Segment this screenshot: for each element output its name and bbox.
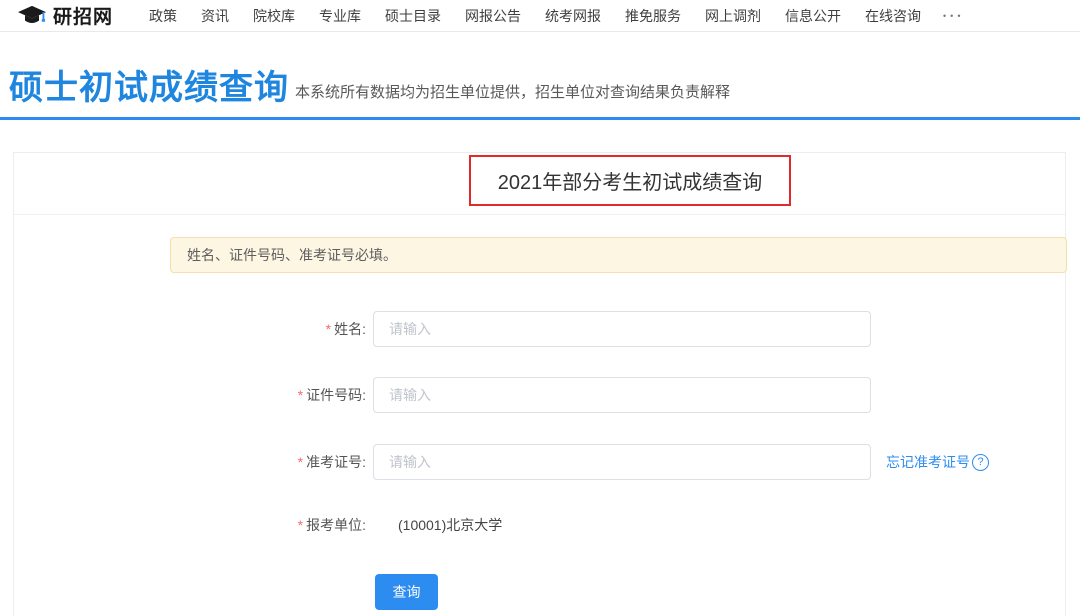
nav-item-online-report-notice[interactable]: 网报公告 — [465, 6, 521, 26]
id-number-label: *证件号码: — [14, 385, 366, 405]
nav-item-exemption-service[interactable]: 推免服务 — [625, 6, 681, 26]
form-row-institution: *报考单位: (10001)北京大学 — [14, 507, 502, 543]
id-number-input[interactable] — [373, 377, 871, 413]
nav-item-unified-exam[interactable]: 统考网报 — [545, 6, 601, 26]
site-logo[interactable]: 研招网 — [18, 2, 113, 29]
ticket-number-input[interactable] — [373, 444, 871, 480]
institution-value: (10001)北京大学 — [398, 515, 502, 535]
query-button[interactable]: 查询 — [375, 574, 438, 610]
card-header-divider — [14, 214, 1065, 215]
card-title: 2021年部分考生初试成绩查询 — [498, 166, 763, 195]
nav-item-master-catalog[interactable]: 硕士目录 — [385, 6, 441, 26]
nav-item-online-consult[interactable]: 在线咨询 — [865, 6, 921, 26]
page-title: 硕士初试成绩查询 — [9, 60, 289, 109]
required-asterisk: * — [326, 321, 331, 337]
nav-item-info-disclosure[interactable]: 信息公开 — [785, 6, 841, 26]
nav-item-policy[interactable]: 政策 — [149, 6, 177, 26]
ellipsis-icon[interactable]: ••• — [943, 11, 964, 21]
graduation-cap-icon — [18, 5, 46, 27]
nav-item-online-adjustment[interactable]: 网上调剂 — [705, 6, 761, 26]
question-circle-icon: ? — [972, 454, 989, 471]
nav-item-major-library[interactable]: 专业库 — [319, 6, 361, 26]
header-accent-divider — [0, 117, 1080, 120]
form-row-ticket-number: *准考证号: 忘记准考证号 ? — [14, 444, 989, 480]
ticket-number-label: *准考证号: — [14, 452, 366, 472]
nav-item-college-library[interactable]: 院校库 — [253, 6, 295, 26]
top-navbar: 研招网 政策 资讯 院校库 专业库 硕士目录 网报公告 统考网报 推免服务 网上… — [0, 0, 1080, 32]
required-asterisk: * — [298, 454, 303, 470]
institution-label: *报考单位: — [14, 515, 366, 535]
forgot-ticket-link[interactable]: 忘记准考证号 ? — [886, 452, 989, 472]
required-fields-notice: 姓名、证件号码、准考证号必填。 — [170, 237, 1067, 273]
form-row-id-number: *证件号码: — [14, 377, 871, 413]
name-input[interactable] — [373, 311, 871, 347]
form-row-name: *姓名: — [14, 311, 871, 347]
required-asterisk: * — [298, 387, 303, 403]
page-subtitle: 本系统所有数据均为招生单位提供，招生单位对查询结果负责解释 — [295, 81, 730, 102]
name-label: *姓名: — [14, 319, 366, 339]
nav-item-news[interactable]: 资讯 — [201, 6, 229, 26]
notice-text: 姓名、证件号码、准考证号必填。 — [187, 245, 397, 265]
score-query-card: 2021年部分考生初试成绩查询 姓名、证件号码、准考证号必填。 *姓名: *证件… — [13, 152, 1066, 616]
required-asterisk: * — [298, 517, 303, 533]
red-annotation-box: 2021年部分考生初试成绩查询 — [469, 155, 791, 206]
nav-menu: 政策 资讯 院校库 专业库 硕士目录 网报公告 统考网报 推免服务 网上调剂 信… — [149, 6, 921, 26]
logo-text: 研招网 — [53, 2, 113, 29]
